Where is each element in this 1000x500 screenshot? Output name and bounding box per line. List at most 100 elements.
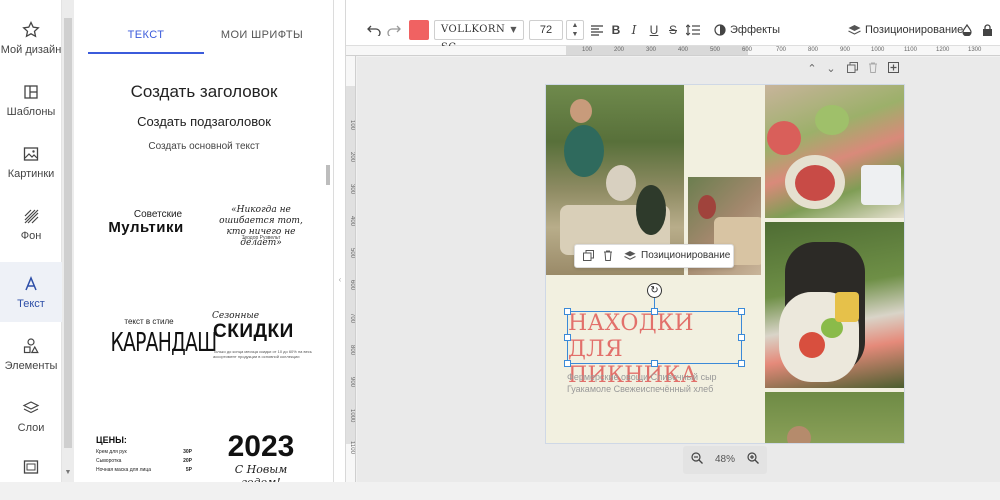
nav-item-images[interactable]: Картинки	[0, 132, 62, 192]
layers-icon[interactable]	[846, 20, 862, 40]
line-spacing-icon[interactable]	[685, 20, 701, 40]
strikethrough-icon[interactable]: S	[666, 20, 680, 40]
font-size-stepper[interactable]: ▲ ▼	[566, 20, 584, 40]
add-body-text-button[interactable]: Создать основной текст	[74, 141, 334, 152]
nav-item-label: Элементы	[4, 359, 58, 372]
collapse-panel-icon[interactable]: ‹	[336, 262, 344, 298]
lock-icon[interactable]	[980, 20, 994, 40]
opacity-drop-icon[interactable]	[960, 20, 974, 40]
template-pencil-line2: КАРАНДАШ	[110, 328, 217, 358]
price-item-name: Сыворотка	[96, 458, 122, 464]
photo-grass[interactable]	[765, 392, 904, 443]
ruler-tick: 1000	[871, 47, 885, 53]
duplicate-page-icon[interactable]	[845, 62, 859, 76]
zoom-level: 48%	[714, 454, 735, 465]
photo-detail	[698, 195, 716, 219]
ruler-tick: 800	[808, 47, 819, 53]
zoom-in-icon[interactable]	[745, 452, 761, 468]
positioning-button[interactable]: Позиционирование	[641, 245, 730, 267]
ruler-tick: 200	[614, 47, 625, 53]
delete-icon[interactable]	[601, 250, 615, 264]
nav-scrollbar[interactable]: ▼	[62, 0, 74, 482]
add-subheading-button[interactable]: Создать подзаголовок	[74, 114, 334, 129]
text-color-swatch[interactable]	[409, 20, 429, 40]
ruler-tick: 900	[840, 47, 851, 53]
frame-icon	[23, 460, 39, 474]
bottom-bar	[0, 482, 1000, 500]
ruler-tick: 600	[742, 47, 753, 53]
photo-detail	[767, 121, 801, 155]
ruler-tick: 1000	[349, 409, 355, 423]
move-page-down-icon[interactable]: ⌄	[824, 62, 838, 76]
photo-detail	[795, 165, 835, 201]
resize-handle-right[interactable]	[738, 334, 745, 341]
resize-handle-top-left[interactable]	[564, 308, 571, 315]
zoom-out-icon[interactable]	[689, 452, 705, 468]
layers-icon	[22, 400, 40, 413]
price-item-value: 30Р	[183, 449, 192, 455]
chevron-down-icon: ▼	[510, 25, 517, 34]
rotate-handle-icon[interactable]: ↻	[647, 283, 662, 298]
image-icon	[23, 146, 39, 161]
underline-icon[interactable]: U	[647, 20, 661, 40]
ruler-tick: 700	[776, 47, 787, 53]
app-window: Мой дизайн Шаблоны Картинки Фон Текст Эл…	[0, 0, 1000, 500]
nav-item-layers[interactable]: Слои	[0, 386, 62, 446]
align-left-icon[interactable]	[589, 20, 605, 40]
delete-page-icon[interactable]	[866, 62, 880, 76]
layers-icon[interactable]	[623, 250, 637, 264]
resize-handle-bottom-right[interactable]	[738, 360, 745, 367]
positioning-button[interactable]: Позиционирование	[865, 20, 963, 40]
nav-scrollbar-thumb[interactable]	[64, 18, 72, 448]
nav-item-text[interactable]: Текст	[0, 262, 62, 322]
panel-splitter[interactable]: ‹	[334, 0, 346, 482]
template-quote-author: Теодор Рузвельт	[241, 235, 281, 241]
photo-net-bag[interactable]	[765, 222, 904, 388]
nav-item-elements[interactable]: Элементы	[0, 324, 62, 384]
resize-handle-left[interactable]	[564, 334, 571, 341]
tab-my-fonts[interactable]: МОИ ШРИФТЫ	[204, 22, 320, 54]
nav-item-templates[interactable]: Шаблоны	[0, 70, 62, 130]
resize-handle-top-right[interactable]	[738, 308, 745, 315]
photo-table-food[interactable]	[765, 85, 904, 218]
nav-item-more[interactable]	[0, 452, 62, 482]
photo-detail	[815, 105, 849, 135]
nav-item-my-design[interactable]: Мой дизайн	[0, 8, 62, 68]
ruler-tick: 1200	[936, 47, 950, 53]
zoom-control: 48%	[683, 446, 767, 474]
left-nav: Мой дизайн Шаблоны Картинки Фон Текст Эл…	[0, 0, 62, 482]
ruler-tick: 500	[349, 248, 355, 259]
ruler-tick: 1300	[968, 47, 982, 53]
font-family-select[interactable]: VOLLKORN SC ▼	[434, 20, 524, 53]
panel-scrollbar-thumb[interactable]	[326, 165, 330, 185]
price-item-name: Ночная маска для лица	[96, 467, 151, 473]
redo-icon[interactable]	[386, 20, 402, 40]
design-subtitle-text[interactable]: Фермерские овощи Сливочный сыр Гуакамоле…	[567, 371, 747, 395]
selection-box[interactable]	[567, 311, 742, 364]
tab-text[interactable]: ТЕКСТ	[88, 22, 204, 54]
effects-button[interactable]: Эффекты	[730, 20, 780, 40]
font-size-input[interactable]: 72	[529, 20, 563, 40]
bold-icon[interactable]: B	[609, 20, 623, 40]
add-page-icon[interactable]	[886, 62, 900, 76]
ruler-selection-highlight	[566, 46, 748, 55]
resize-handle-top[interactable]	[651, 308, 658, 315]
nav-item-background[interactable]: Фон	[0, 194, 62, 254]
template-cartoons-line2: Мультики	[108, 219, 184, 236]
nav-item-label: Мой дизайн	[0, 43, 62, 56]
duplicate-icon[interactable]	[581, 250, 595, 264]
scroll-down-arrow-icon[interactable]: ▼	[64, 468, 72, 478]
effects-icon[interactable]	[713, 20, 727, 40]
template-year: 2023	[227, 430, 295, 463]
undo-icon[interactable]	[366, 20, 382, 40]
photo-detail	[835, 292, 859, 322]
ruler-tick: 300	[349, 184, 355, 195]
move-page-up-icon[interactable]: ⌃	[805, 62, 819, 76]
resize-handle-bottom[interactable]	[651, 360, 658, 367]
resize-handle-bottom-left[interactable]	[564, 360, 571, 367]
template-sale-line1: Сезонные	[212, 311, 260, 321]
italic-icon[interactable]: I	[627, 20, 641, 40]
add-heading-button[interactable]: Создать заголовок	[74, 82, 334, 102]
template-price-row: Сыворотка 20Р	[96, 458, 192, 464]
ruler-tick: 100	[582, 47, 593, 53]
